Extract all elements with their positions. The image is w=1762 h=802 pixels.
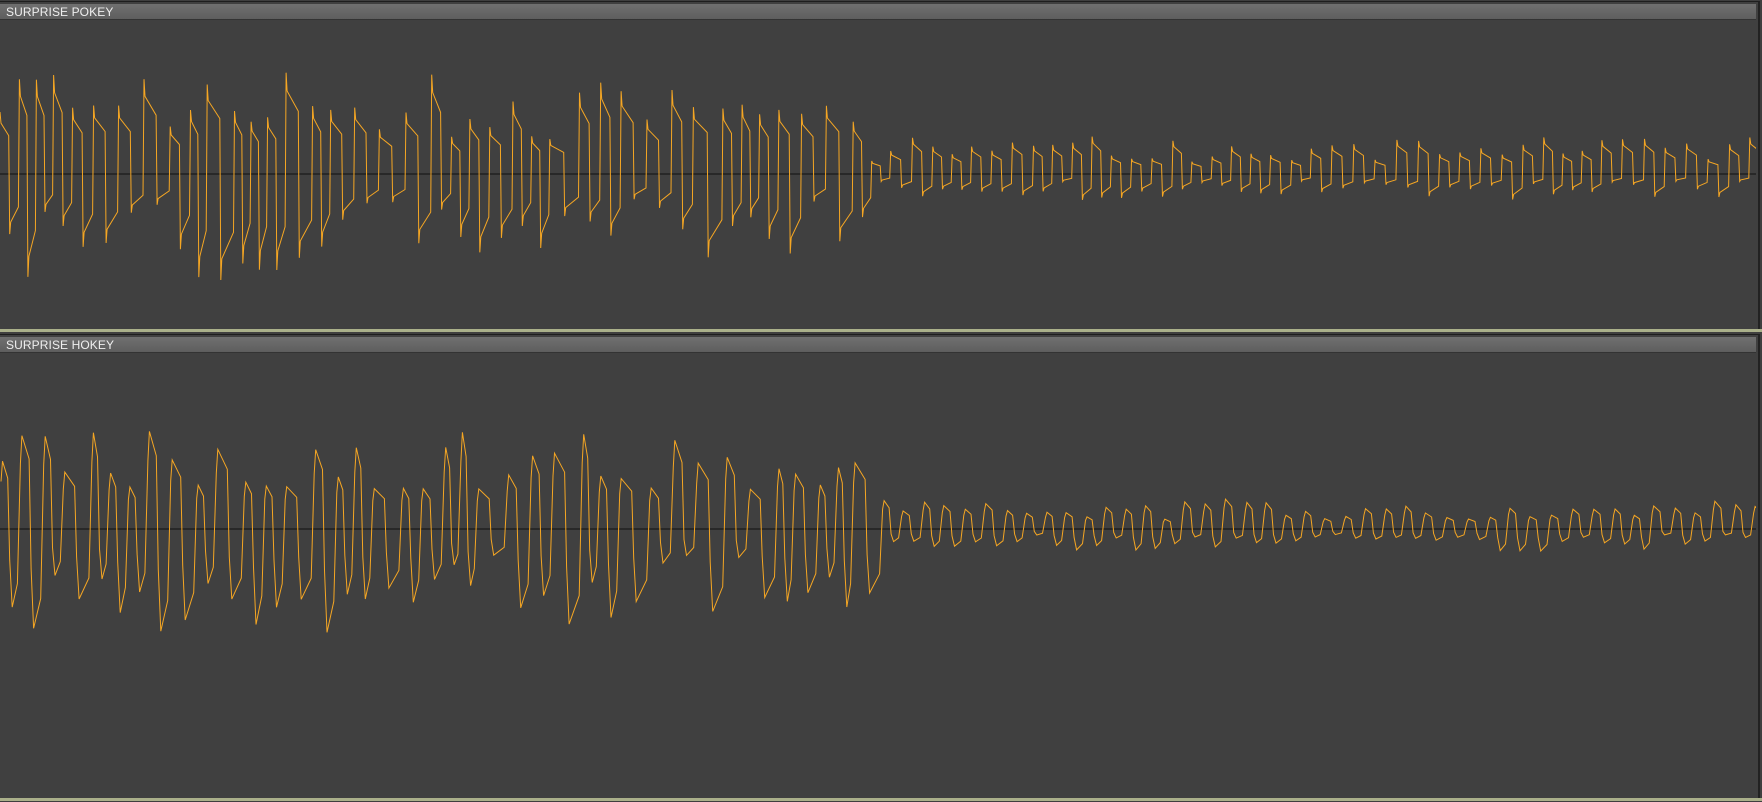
audio-track-1[interactable]: SURPRISE POKEY bbox=[0, 1, 1760, 331]
track-divider-2[interactable] bbox=[0, 798, 1762, 801]
audio-track-2[interactable]: SURPRISE HOKEY bbox=[0, 334, 1760, 800]
track-header-1[interactable]: SURPRISE POKEY bbox=[0, 4, 1756, 20]
track-name-2: SURPRISE HOKEY bbox=[6, 338, 115, 352]
track-header-2[interactable]: SURPRISE HOKEY bbox=[0, 337, 1756, 353]
track-name-1: SURPRISE POKEY bbox=[6, 5, 114, 19]
waveform-display-1[interactable] bbox=[0, 21, 1756, 331]
waveform-path bbox=[0, 72, 1756, 281]
audio-editor-window: SURPRISE POKEY SURPRISE HOKEY bbox=[0, 0, 1762, 802]
track-divider-1[interactable] bbox=[0, 329, 1762, 332]
waveform-display-2[interactable] bbox=[0, 354, 1756, 800]
waveform-path bbox=[0, 431, 1756, 633]
